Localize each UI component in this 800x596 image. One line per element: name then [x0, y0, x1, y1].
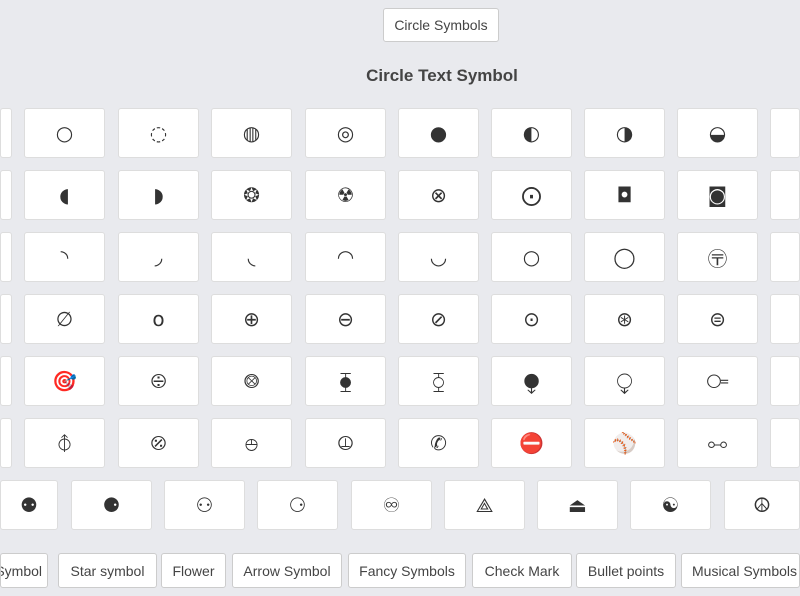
symbol-cell[interactable]: ⟁	[444, 480, 525, 530]
symbol-cell[interactable]: ⛔	[491, 418, 572, 468]
symbol-cell[interactable]: ⧃	[677, 356, 758, 406]
symbol-cell[interactable]	[770, 170, 800, 220]
symbol-cell[interactable]: ⚇	[164, 480, 245, 530]
category-button[interactable]: Musical Symbols	[681, 553, 800, 588]
symbol-cell[interactable]: ⊛	[584, 294, 665, 344]
symbol-cell[interactable]: ◯	[584, 232, 665, 282]
symbol-cell[interactable]: ◞	[118, 232, 199, 282]
symbol-cell[interactable]: ✆	[398, 418, 479, 468]
symbol-cell[interactable]: ⧳	[305, 356, 386, 406]
symbol-cell[interactable]: ♾	[351, 480, 432, 530]
symbol-cell[interactable]: ⧭	[491, 356, 572, 406]
symbol-cell[interactable]: ⚆	[257, 480, 338, 530]
symbol-cell[interactable]: ⨸	[118, 356, 199, 406]
symbol-cell[interactable]: ⦹	[305, 418, 386, 468]
symbol-cell[interactable]: ⨷	[211, 356, 292, 406]
symbol-cell[interactable]: ○	[24, 108, 105, 158]
symbol-cell[interactable]: ∅	[24, 294, 105, 344]
symbol-cell[interactable]	[770, 108, 800, 158]
symbol-cell[interactable]: ◝	[24, 232, 105, 282]
symbol-cell[interactable]: ⧟	[677, 418, 758, 468]
category-button[interactable]: Check Mark	[472, 553, 572, 588]
symbol-cell[interactable]	[770, 356, 800, 406]
symbol-cell[interactable]: ◎	[305, 108, 386, 158]
symbol-cell[interactable]: ⦺	[211, 418, 292, 468]
symbol-cell[interactable]: ⧬	[584, 356, 665, 406]
symbol-cell[interactable]: 〶	[677, 232, 758, 282]
symbol-cell[interactable]	[770, 418, 800, 468]
symbol-cell[interactable]: ⊖	[305, 294, 386, 344]
symbol-cell[interactable]: ⧲	[398, 356, 479, 406]
symbol-cell[interactable]	[0, 108, 12, 158]
symbol-cell[interactable]: ⊕	[211, 294, 292, 344]
symbol-cell[interactable]: ❂	[211, 170, 292, 220]
symbol-cell[interactable]: ☯	[630, 480, 711, 530]
symbol-cell[interactable]: ⚾	[584, 418, 665, 468]
symbol-cell[interactable]: ◙	[677, 170, 758, 220]
symbol-cell[interactable]: ◒	[677, 108, 758, 158]
symbol-cell[interactable]: ◟	[211, 232, 292, 282]
symbol-cell[interactable]: ◠	[305, 232, 386, 282]
circle-symbols-button[interactable]: Circle Symbols	[383, 8, 499, 42]
symbol-cell[interactable]: ◖	[24, 170, 105, 220]
symbol-cell[interactable]: ⦼	[118, 418, 199, 468]
category-button[interactable]: Star symbol	[58, 553, 157, 588]
symbol-cell[interactable]	[0, 294, 12, 344]
symbol-cell[interactable]	[770, 294, 800, 344]
symbol-cell[interactable]	[770, 232, 800, 282]
symbol-cell[interactable]: ●	[398, 108, 479, 158]
symbol-cell[interactable]	[0, 418, 12, 468]
symbol-cell[interactable]: o	[118, 294, 199, 344]
symbol-cell[interactable]: ☢	[305, 170, 386, 220]
symbol-cell[interactable]: ◘	[584, 170, 665, 220]
symbol-cell[interactable]: ⏏	[537, 480, 618, 530]
symbol-cell[interactable]: ◌	[118, 108, 199, 158]
category-button[interactable]: Bullet points	[576, 553, 676, 588]
symbol-cell[interactable]: ◗	[118, 170, 199, 220]
symbol-cell[interactable]: ◑	[584, 108, 665, 158]
symbol-cell[interactable]: ⊜	[677, 294, 758, 344]
category-button[interactable]: Fancy Symbols	[348, 553, 466, 588]
symbol-cell[interactable]: ⨀	[491, 170, 572, 220]
symbol-cell[interactable]: ⚈	[71, 480, 152, 530]
symbol-cell[interactable]	[0, 356, 12, 406]
page-title: Circle Text Symbol	[366, 66, 518, 85]
symbol-cell[interactable]: ⚉	[0, 480, 58, 530]
symbol-cell[interactable]: ⊗	[398, 170, 479, 220]
symbol-cell[interactable]: ⊙	[491, 294, 572, 344]
symbol-cell[interactable]: ☮	[724, 480, 800, 530]
symbol-cell[interactable]: ⦽	[24, 418, 105, 468]
category-button[interactable]: Symbol	[0, 553, 48, 588]
symbol-cell[interactable]: ⊘	[398, 294, 479, 344]
symbol-cell[interactable]	[0, 232, 12, 282]
symbol-cell[interactable]: ◍	[211, 108, 292, 158]
category-button[interactable]: Flower	[161, 553, 226, 588]
symbol-cell[interactable]: ◡	[398, 232, 479, 282]
symbol-cell[interactable]	[0, 170, 12, 220]
category-button[interactable]: Arrow Symbol	[232, 553, 342, 588]
symbol-cell[interactable]: 🎯	[24, 356, 105, 406]
symbol-cell[interactable]: ◐	[491, 108, 572, 158]
symbol-cell[interactable]: ○	[491, 232, 572, 282]
